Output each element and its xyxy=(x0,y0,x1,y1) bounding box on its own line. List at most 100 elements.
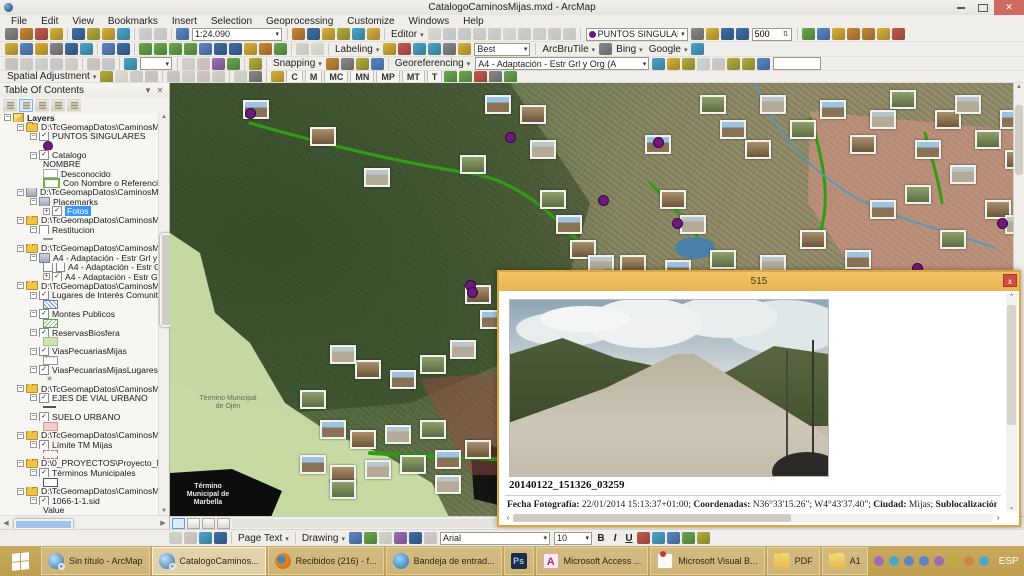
java-tray-icon[interactable] xyxy=(889,556,899,566)
endpoint-arc-icon[interactable] xyxy=(473,28,486,40)
popup-scroll-down-icon[interactable]: ⌄ xyxy=(1006,503,1017,511)
contrast-icon[interactable] xyxy=(691,28,704,40)
style-combo[interactable] xyxy=(140,57,172,70)
font-family-combo[interactable]: Arial xyxy=(440,532,550,545)
layer-tree-item[interactable]: −✓Catalogo xyxy=(0,150,159,159)
expander-icon[interactable]: − xyxy=(17,124,24,131)
green-dot-icon[interactable] xyxy=(474,71,487,83)
zoom-element-icon[interactable] xyxy=(379,532,392,544)
html-popup-icon[interactable] xyxy=(214,43,227,55)
photo-thumbnail-marker[interactable] xyxy=(720,120,746,139)
link-table-icon[interactable] xyxy=(727,58,740,70)
layer-tree-item[interactable]: −D:\TcGeomapDatos\CaminosMijas\Fotos\F xyxy=(0,188,159,197)
flicker-icon[interactable] xyxy=(736,28,749,40)
expander-icon[interactable]: − xyxy=(17,488,24,495)
layer-tree-item[interactable] xyxy=(0,300,159,309)
photo-thumbnail-marker[interactable] xyxy=(870,200,896,219)
punto-singular-marker[interactable] xyxy=(245,108,256,119)
menu-geoprocessing[interactable]: Geoprocessing xyxy=(259,16,340,27)
layer-tree-item[interactable]: −Restitucion xyxy=(0,225,159,234)
hyperlink-icon[interactable] xyxy=(199,43,212,55)
label-priority-icon[interactable] xyxy=(383,43,396,55)
expander-icon[interactable]: − xyxy=(30,441,37,448)
layer-checkbox[interactable]: ✓ xyxy=(39,468,49,477)
photo-thumbnail-marker[interactable] xyxy=(890,90,916,109)
moon-icon[interactable] xyxy=(847,28,860,40)
photo-thumbnail-marker[interactable] xyxy=(845,250,871,269)
arcbrutile-menu[interactable]: ArcBruTile xyxy=(539,44,598,55)
layer-tree-item[interactable]: +✓Fotos xyxy=(0,206,159,215)
annotation-m-button[interactable]: M xyxy=(305,71,323,83)
photo-thumbnail-marker[interactable] xyxy=(710,250,736,269)
rotate-element-icon[interactable] xyxy=(364,532,377,544)
toc-horizontal-scrollbar[interactable]: ◀ ▶ xyxy=(0,515,169,529)
add-data-icon[interactable] xyxy=(176,28,189,40)
menu-bookmarks[interactable]: Bookmarks xyxy=(101,16,165,27)
layer-tree-item[interactable]: −D:\TcGeomapDatos\CaminosMijas xyxy=(0,431,159,440)
annotation-mt-button[interactable]: MT xyxy=(402,71,425,83)
font-color-icon[interactable] xyxy=(637,532,650,544)
photo-thumbnail-marker[interactable] xyxy=(955,95,981,114)
layer-tree-item[interactable]: −✓Montes Publicos xyxy=(0,309,159,318)
photo-thumbnail-marker[interactable] xyxy=(790,120,816,139)
expander-icon[interactable]: − xyxy=(30,469,37,476)
annotation-mn-button[interactable]: MN xyxy=(350,71,374,83)
layer-checkbox[interactable]: ✓ xyxy=(39,440,49,449)
select-elements2-icon[interactable] xyxy=(349,532,362,544)
attribute-transfer-icon[interactable] xyxy=(234,71,247,83)
expander-icon[interactable]: − xyxy=(17,217,24,224)
layer-checkbox[interactable]: ✓ xyxy=(39,412,49,421)
undo-icon[interactable] xyxy=(139,28,152,40)
brutile-icon[interactable] xyxy=(877,28,890,40)
punto-singular-marker[interactable] xyxy=(672,218,683,229)
layout-view-icon[interactable] xyxy=(187,518,200,529)
expander-icon[interactable]: − xyxy=(30,413,37,420)
pan-icon[interactable] xyxy=(35,43,48,55)
open-folder-icon[interactable] xyxy=(20,28,33,40)
expander-icon[interactable]: − xyxy=(30,310,37,317)
photo-thumbnail-marker[interactable] xyxy=(300,455,326,474)
layer-tree-item[interactable]: −D:\TcGeomapDatos\CaminosMijas\PGOU xyxy=(0,244,159,253)
expander-icon[interactable]: − xyxy=(17,282,24,289)
viewer-window-icon[interactable] xyxy=(311,43,324,55)
help-icon[interactable] xyxy=(892,28,905,40)
photo-thumbnail-marker[interactable] xyxy=(330,345,356,364)
layer-checkbox[interactable]: ✓ xyxy=(39,309,49,318)
layer-tree-item[interactable] xyxy=(0,234,159,243)
overflow-icon[interactable] xyxy=(504,71,517,83)
layer-tree-item[interactable] xyxy=(0,477,159,486)
edit-tool-icon[interactable] xyxy=(428,28,441,40)
list-by-drawing-order-icon[interactable] xyxy=(3,99,17,112)
photo-thumbnail-marker[interactable] xyxy=(400,455,426,474)
layer-checkbox[interactable]: ✓ xyxy=(39,393,49,402)
photo-thumbnail-marker[interactable] xyxy=(420,420,446,439)
refresh-view-icon[interactable] xyxy=(202,518,215,529)
photo-thumbnail-marker[interactable] xyxy=(460,155,486,174)
photo-thumbnail-marker[interactable] xyxy=(465,440,491,459)
droplet-icon[interactable] xyxy=(802,28,815,40)
expander-icon[interactable]: − xyxy=(30,254,37,261)
label-weight-icon[interactable] xyxy=(398,43,411,55)
route-events-icon[interactable] xyxy=(87,58,100,70)
layer-tree-item[interactable]: −✓EJES DE VIAL URBANO xyxy=(0,393,159,402)
popup-vertical-scrollbar[interactable]: ⌃ ⌄ xyxy=(1006,293,1017,511)
photo-thumbnail-marker[interactable] xyxy=(310,127,336,146)
delete-icon[interactable] xyxy=(117,28,130,40)
layer-tree-item[interactable]: −D:\TcGeomapDatos\CaminosMijas\CapasRE xyxy=(0,281,159,290)
layer-tree-item[interactable] xyxy=(0,319,159,328)
menu-help[interactable]: Help xyxy=(456,16,491,27)
layer-tree-item[interactable]: ✳ xyxy=(0,375,159,384)
layer-checkbox[interactable] xyxy=(43,263,53,272)
layer-checkbox[interactable]: ✓ xyxy=(52,206,62,215)
point-tool-icon[interactable] xyxy=(503,28,516,40)
taskbar-item-pdf[interactable]: PDF xyxy=(767,547,820,575)
photo-thumbnail-marker[interactable] xyxy=(915,140,941,159)
taskbar-item-microsoft-visual-b[interactable]: Microsoft Visual B... xyxy=(650,547,764,575)
layer-tree-item[interactable]: −D:\0_PROYECTOS\Proyecto_Mijas xyxy=(0,459,159,468)
toolbar-options-icon[interactable] xyxy=(249,71,262,83)
photo-thumbnail-marker[interactable] xyxy=(820,100,846,119)
map-scale-combo[interactable]: 1:24.090 xyxy=(192,28,282,41)
layer-checkbox[interactable]: ✓ xyxy=(39,347,49,356)
annotation-t-button[interactable]: T xyxy=(427,71,443,83)
layer-checkbox[interactable] xyxy=(39,225,49,234)
